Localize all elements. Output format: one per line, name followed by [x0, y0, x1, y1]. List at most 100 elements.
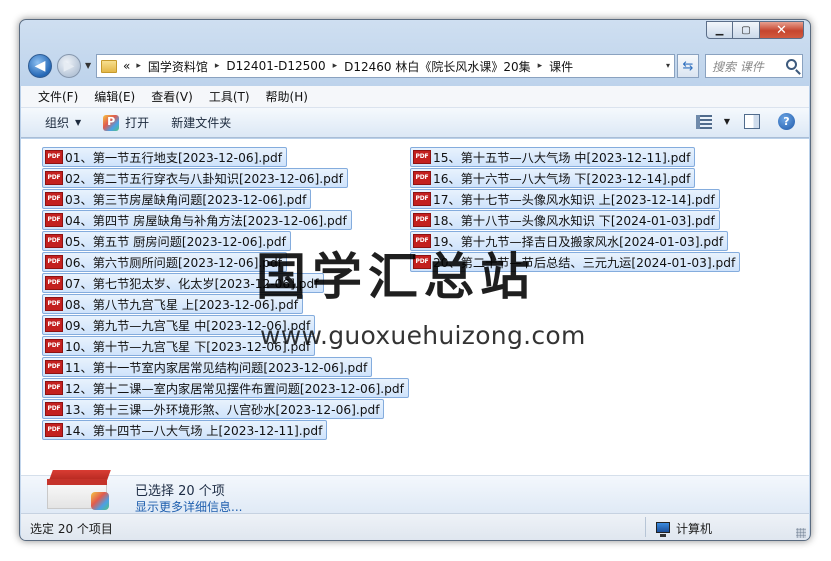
open-button[interactable]: 打开	[103, 114, 149, 131]
search-icon[interactable]	[786, 59, 797, 70]
file-item[interactable]: PDF 12、第十二课—室内家居常见摆件布置问题[2023-12-06].pdf	[42, 378, 409, 398]
menu-help[interactable]: 帮助(H)	[266, 88, 308, 105]
pdf-file-icon: PDF	[45, 338, 63, 353]
refresh-icon: ⇆	[682, 58, 694, 74]
file-item[interactable]: PDF 11、第十一节室内家居常见结构问题[2023-12-06].pdf	[42, 357, 373, 377]
file-name: 16、第十六节—八大气场 下[2023-12-14].pdf	[433, 171, 691, 186]
window-controls: ▁ ▢ ✕	[706, 21, 804, 39]
file-item[interactable]: PDF 20、第二十节—节后总结、三元九运[2024-01-03].pdf	[410, 252, 741, 272]
new-folder-button[interactable]: 新建文件夹	[171, 114, 231, 131]
explorer-window: ▁ ▢ ✕ ◀ ▶ ▼ « ▸ 国学资料馆 ▸ D12401-D12500 ▸ …	[19, 19, 811, 541]
address-overflow[interactable]: «	[123, 59, 130, 73]
forward-button[interactable]: ▶	[57, 54, 81, 78]
chevron-right-icon[interactable]: ▸	[215, 61, 220, 71]
file-name: 08、第八节九宫飞星 上[2023-12-06].pdf	[65, 297, 299, 312]
breadcrumb-segment[interactable]: 课件	[549, 58, 573, 75]
close-button[interactable]: ✕	[760, 21, 804, 39]
file-item[interactable]: PDF 19、第十九节—择吉日及搬家风水[2024-01-03].pdf	[410, 231, 729, 251]
file-name: 14、第十四节—八大气场 上[2023-12-11].pdf	[65, 423, 323, 438]
address-bar[interactable]: « ▸ 国学资料馆 ▸ D12401-D12500 ▸ D12460 林白《院长…	[96, 54, 675, 78]
selection-thumbnail	[45, 464, 111, 510]
status-text: 选定 20 个项目	[30, 522, 113, 536]
file-item[interactable]: PDF 01、第一节五行地支[2023-12-06].pdf	[42, 147, 287, 167]
file-name: 04、第四节 房屋缺角与补角方法[2023-12-06].pdf	[65, 213, 347, 228]
navigation-bar: ◀ ▶ ▼ « ▸ 国学资料馆 ▸ D12401-D12500 ▸ D12460…	[28, 52, 803, 80]
breadcrumb-segment[interactable]: D12460 林白《院长风水课》20集	[344, 58, 531, 75]
view-options-icon[interactable]	[695, 114, 712, 129]
computer-icon	[656, 522, 670, 537]
file-item[interactable]: PDF 16、第十六节—八大气场 下[2023-12-14].pdf	[410, 168, 696, 188]
location-label: 计算机	[676, 522, 713, 536]
breadcrumb-segment[interactable]: D12401-D12500	[226, 59, 325, 73]
file-item[interactable]: PDF 18、第十八节—头像风水知识 下[2024-01-03].pdf	[410, 210, 720, 230]
file-name: 19、第十九节—择吉日及搬家风水[2024-01-03].pdf	[433, 234, 724, 249]
pdf-file-icon: PDF	[45, 359, 63, 374]
organize-button[interactable]: 组织 ▼	[45, 114, 81, 131]
toolbar-right: ▼ ?	[695, 113, 795, 130]
search-input[interactable]: 搜索 课件	[705, 54, 803, 78]
chevron-right-icon[interactable]: ▸	[538, 61, 543, 71]
file-item[interactable]: PDF 08、第八节九宫飞星 上[2023-12-06].pdf	[42, 294, 304, 314]
pdf-file-icon: PDF	[45, 254, 63, 269]
caret-down-icon[interactable]: ▼	[724, 117, 730, 126]
refresh-button[interactable]: ⇆	[677, 54, 699, 78]
file-name: 17、第十七节—头像风水知识 上[2023-12-14].pdf	[433, 192, 715, 207]
file-column-right: PDF 15、第十五节—八大气场 中[2023-12-11].pdf PDF 16、第…	[410, 147, 741, 273]
pdf-app-icon	[103, 114, 120, 131]
menu-view[interactable]: 查看(V)	[151, 88, 193, 105]
file-item[interactable]: PDF 14、第十四节—八大气场 上[2023-12-11].pdf	[42, 420, 328, 440]
file-name: 18、第十八节—头像风水知识 下[2024-01-03].pdf	[433, 213, 715, 228]
file-item[interactable]: PDF 07、第七节犯太岁、化太岁[2023-12-06].pdf	[42, 273, 324, 293]
file-item[interactable]: PDF 06、第六节厕所问题[2023-12-06].pdf	[42, 252, 287, 272]
pdf-file-icon: PDF	[45, 275, 63, 290]
address-dropdown[interactable]: ▾	[666, 61, 670, 70]
chevron-right-icon[interactable]: ▸	[333, 61, 338, 71]
menu-tools[interactable]: 工具(T)	[209, 88, 250, 105]
file-item[interactable]: PDF 10、第十节—九宫飞星 下[2023-12-06].pdf	[42, 336, 316, 356]
search-placeholder: 搜索 课件	[712, 59, 764, 74]
menu-edit[interactable]: 编辑(E)	[94, 88, 135, 105]
file-name: 10、第十节—九宫飞星 下[2023-12-06].pdf	[65, 339, 311, 354]
minimize-button[interactable]: ▁	[706, 21, 733, 39]
breadcrumb-segment[interactable]: 国学资料馆	[148, 58, 208, 75]
file-item[interactable]: PDF 05、第五节 厨房问题[2023-12-06].pdf	[42, 231, 291, 251]
file-item[interactable]: PDF 13、第十三课—外环境形煞、八宫砂水[2023-12-06].pdf	[42, 399, 385, 419]
preview-pane-icon[interactable]	[744, 114, 760, 129]
recent-pages-dropdown[interactable]: ▼	[85, 61, 91, 70]
pdf-file-icon: PDF	[413, 170, 431, 185]
pdf-file-icon: PDF	[413, 254, 431, 269]
pdf-file-icon: PDF	[45, 422, 63, 437]
pdf-file-icon: PDF	[45, 191, 63, 206]
file-item[interactable]: PDF 04、第四节 房屋缺角与补角方法[2023-12-06].pdf	[42, 210, 352, 230]
resize-grip[interactable]	[796, 528, 806, 538]
file-item[interactable]: PDF 09、第九节—九宫飞星 中[2023-12-06].pdf	[42, 315, 316, 335]
back-button[interactable]: ◀	[28, 54, 52, 78]
file-column-left: PDF 01、第一节五行地支[2023-12-06].pdf PDF 02、第二节五行…	[42, 147, 409, 441]
pdf-file-icon: PDF	[45, 296, 63, 311]
help-icon[interactable]: ?	[778, 113, 795, 130]
file-name: 11、第十一节室内家居常见结构问题[2023-12-06].pdf	[65, 360, 368, 375]
command-bar: 组织 ▼ 打开 新建文件夹 ▼ ?	[21, 108, 809, 138]
file-item[interactable]: PDF 02、第二节五行穿衣与八卦知识[2023-12-06].pdf	[42, 168, 348, 188]
status-divider	[645, 517, 646, 537]
pdf-file-icon: PDF	[413, 212, 431, 227]
pdf-file-icon: PDF	[45, 170, 63, 185]
new-folder-label: 新建文件夹	[171, 116, 232, 130]
pdf-file-icon: PDF	[413, 191, 431, 206]
menu-file[interactable]: 文件(F)	[38, 88, 78, 105]
file-item[interactable]: PDF 03、第三节房屋缺角问题[2023-12-06].pdf	[42, 189, 312, 209]
maximize-button[interactable]: ▢	[733, 21, 760, 39]
chevron-right-icon[interactable]: ▸	[136, 61, 141, 71]
box-band	[47, 479, 107, 485]
pdf-file-icon: PDF	[413, 149, 431, 164]
details-pane: 已选择 20 个项 显示更多详细信息...	[21, 470, 809, 514]
arrow-right-icon: ▶	[63, 58, 75, 74]
pdf-file-icon: PDF	[45, 149, 63, 164]
caret-down-icon: ▼	[75, 118, 82, 127]
file-list[interactable]: PDF 01、第一节五行地支[2023-12-06].pdf PDF 02、第二节五行…	[21, 139, 809, 476]
file-item[interactable]: PDF 15、第十五节—八大气场 中[2023-12-11].pdf	[410, 147, 696, 167]
file-item[interactable]: PDF 17、第十七节—头像风水知识 上[2023-12-14].pdf	[410, 189, 720, 209]
pdf-file-icon: PDF	[45, 380, 63, 395]
file-name: 09、第九节—九宫飞星 中[2023-12-06].pdf	[65, 318, 311, 333]
pdf-file-icon: PDF	[45, 401, 63, 416]
